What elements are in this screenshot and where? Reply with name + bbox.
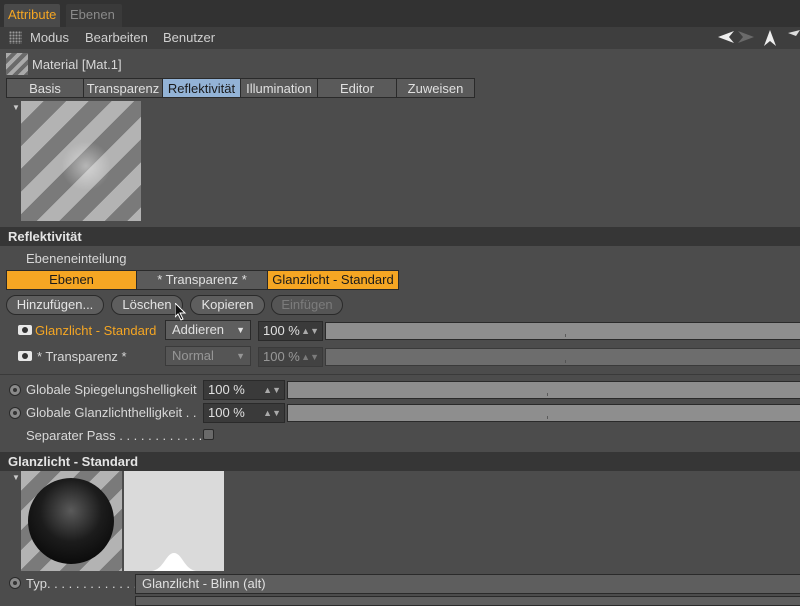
type-dropdown[interactable]: Glanzlicht - Blinn (alt): [135, 574, 800, 594]
layer-mode-dropdown[interactable]: Normal ▼: [165, 346, 251, 366]
animation-radio-icon[interactable]: [9, 577, 21, 589]
forward-arrow-icon[interactable]: [738, 30, 754, 47]
tab-zuweisen[interactable]: Zuweisen: [396, 78, 475, 98]
material-name: Material [Mat.1]: [32, 57, 122, 72]
up-arrow-icon[interactable]: [763, 30, 777, 49]
menu-benutzer[interactable]: Benutzer: [163, 30, 215, 45]
next-dropdown[interactable]: [135, 596, 800, 606]
menu-modus[interactable]: Modus: [30, 30, 69, 45]
global-mirror-label: Globale Spiegelungshelligkeit: [26, 382, 197, 397]
menu-bearbeiten[interactable]: Bearbeiten: [85, 30, 148, 45]
section-header-glanzlicht: Glanzlicht - Standard: [0, 452, 800, 471]
global-gloss-label: Globale Glanzlichthelligkeit . .: [26, 405, 197, 420]
back-arrow-icon[interactable]: [718, 30, 734, 47]
layer-amount-field[interactable]: 100 % ▲▼: [258, 347, 323, 367]
layer-amount-slider[interactable]: [325, 322, 800, 340]
tab-ebenen[interactable]: Ebenen: [66, 4, 122, 27]
tab-reflektivitaet[interactable]: Reflektivität: [162, 78, 241, 98]
add-layer-button[interactable]: Hinzufügen...: [6, 295, 104, 315]
layer-amount-field[interactable]: 100 % ▲▼: [258, 321, 323, 341]
global-mirror-field[interactable]: 100 % ▲▼: [203, 380, 285, 400]
layer-name[interactable]: * Transparenz *: [37, 349, 127, 364]
section-header-reflektivitaet: Reflektivität: [0, 227, 800, 246]
tab-transparenz[interactable]: Transparenz: [83, 78, 163, 98]
copy-layer-button[interactable]: Kopieren: [190, 295, 265, 315]
panel-tab-bar: Attribute Ebenen: [0, 0, 800, 27]
global-gloss-slider[interactable]: [287, 404, 800, 422]
delete-layer-button[interactable]: Löschen: [111, 295, 183, 315]
falloff-curve-icon: [152, 553, 196, 571]
material-preview: [21, 101, 141, 221]
tab-basis[interactable]: Basis: [6, 78, 84, 98]
layer-button-ebenen[interactable]: Ebenen: [6, 270, 137, 290]
visibility-eye-icon[interactable]: [18, 351, 32, 361]
layer-division-label: Ebeneneinteilung: [26, 251, 127, 266]
separate-pass-label: Separater Pass . . . . . . . . . . . .: [26, 428, 203, 443]
layer-button-transparenz[interactable]: * Transparenz *: [136, 270, 268, 290]
material-tabs: Basis Transparenz Reflektivität Illumina…: [6, 78, 475, 98]
menu-bar: Modus Bearbeiten Benutzer: [0, 27, 800, 49]
paste-layer-button[interactable]: Einfügen: [271, 295, 343, 315]
layer-mode-dropdown[interactable]: Addieren ▼: [165, 320, 251, 340]
global-mirror-slider[interactable]: [287, 381, 800, 399]
animation-radio-icon[interactable]: [9, 384, 21, 396]
tab-editor[interactable]: Editor: [317, 78, 397, 98]
grip-icon[interactable]: [9, 31, 22, 44]
more-icon[interactable]: [788, 30, 800, 49]
sphere-preview: [21, 471, 122, 571]
material-thumbnail-icon: [6, 53, 28, 75]
mouse-cursor-icon: [174, 301, 187, 321]
global-gloss-field[interactable]: 100 % ▲▼: [203, 403, 285, 423]
collapse-triangle-icon[interactable]: ▼: [12, 473, 20, 482]
collapse-triangle-icon[interactable]: ▼: [12, 103, 20, 112]
tab-illumination[interactable]: Illumination: [240, 78, 318, 98]
layer-amount-slider[interactable]: [325, 348, 800, 366]
separate-pass-checkbox[interactable]: [203, 429, 214, 440]
layer-name[interactable]: Glanzlicht - Standard: [35, 323, 156, 338]
tab-attribute[interactable]: Attribute: [4, 4, 61, 27]
divider: [0, 374, 800, 375]
visibility-eye-icon[interactable]: [18, 325, 32, 335]
highlight-falloff-graph: [124, 471, 224, 571]
animation-radio-icon[interactable]: [9, 407, 21, 419]
layer-division-buttons: Ebenen * Transparenz * Glanzlicht - Stan…: [6, 270, 399, 290]
layer-button-glanzlicht[interactable]: Glanzlicht - Standard: [267, 270, 399, 290]
